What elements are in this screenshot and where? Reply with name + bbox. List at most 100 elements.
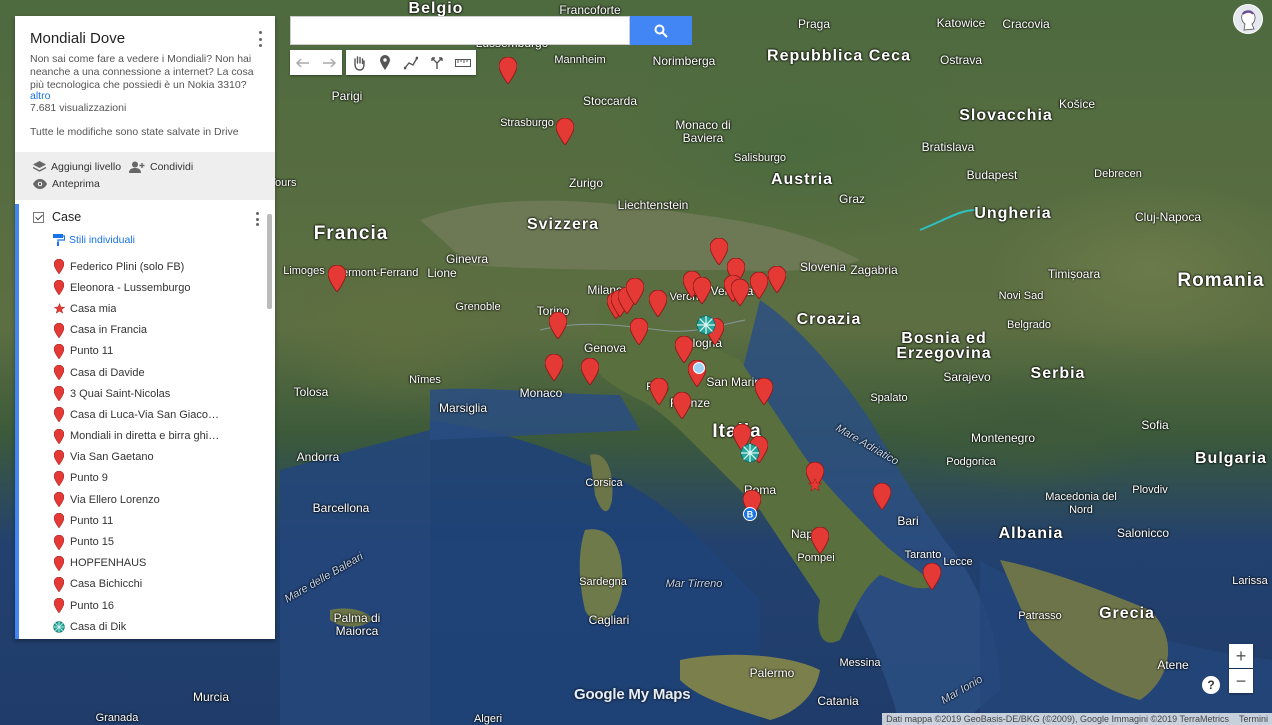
map-label-granada: Granada: [95, 712, 139, 724]
red-pin-icon: [53, 365, 65, 381]
map-label-marsiglia: Marsiglia: [438, 401, 488, 415]
individual-styles-link[interactable]: Stili individuali: [53, 234, 135, 246]
map-label-serbia: Serbia: [1030, 365, 1086, 382]
redo-icon: [323, 57, 336, 68]
map-label-barcellona: Barcellona: [312, 501, 370, 515]
map-label-strasburgo: Strasburgo: [500, 117, 554, 129]
view-count: 7.681 visualizzazioni: [30, 102, 127, 114]
feature-list-item[interactable]: Punto 11: [53, 341, 220, 362]
map-label-atene: Atene: [1157, 658, 1189, 672]
feature-list-item[interactable]: Casa mia: [53, 298, 220, 319]
map-label-algeri: Algeri: [473, 713, 503, 725]
directions-button[interactable]: [424, 50, 450, 75]
red-pin-icon: [53, 492, 65, 508]
map-label-svizzera: Svizzera: [526, 216, 600, 233]
feature-list-item[interactable]: Federico Plini (solo FB): [53, 256, 220, 277]
map-label-sardegna: Sardegna: [579, 576, 627, 588]
map-label-andorra: Andorra: [296, 450, 340, 464]
ruler-icon: [455, 58, 471, 67]
undo-button[interactable]: [290, 50, 316, 75]
map-label-montenegro: Montenegro: [970, 431, 1036, 445]
map-label-messina: Messina: [839, 657, 881, 669]
search-input[interactable]: [290, 16, 630, 45]
red-pin-icon: [53, 598, 65, 614]
measure-button[interactable]: [450, 50, 476, 75]
more-link[interactable]: altro: [30, 90, 50, 102]
map-label-budapest: Budapest: [966, 168, 1018, 182]
red-star-icon: [53, 303, 65, 315]
draw-line-button[interactable]: [398, 50, 424, 75]
feature-list-label: Casa mia: [70, 302, 117, 315]
feature-list-label: Punto 15: [70, 536, 115, 549]
map-label-francoforte: Francoforte: [559, 3, 621, 17]
red-pin-icon: [53, 555, 65, 571]
feature-list-item[interactable]: 3 Quai Saint-Nicolas: [53, 383, 220, 404]
map-description[interactable]: Non sai come fare a vedere i Mondiali? N…: [30, 53, 265, 92]
feature-list-item[interactable]: Via Ellero Lorenzo: [53, 489, 220, 510]
map-label-macedonia: Macedonia del Nord: [1045, 491, 1117, 516]
zoom-out-button[interactable]: −: [1229, 669, 1253, 693]
feature-list-label: Punto 11: [70, 345, 114, 358]
feature-list-item[interactable]: Punto 16: [53, 595, 220, 616]
feature-list-label: Punto 9: [70, 472, 108, 485]
feature-list-label: Casa di Luca-Via San Giacomo: [70, 408, 220, 421]
redo-button[interactable]: [316, 50, 342, 75]
feature-list-label: Casa di Dik: [70, 620, 127, 633]
red-pin-icon: [53, 343, 65, 359]
map-label-liechtenstein: Liechtenstein: [617, 198, 689, 212]
avatar-image: [1234, 5, 1262, 33]
feature-list-item[interactable]: Via San Gaetano: [53, 447, 220, 468]
feature-list-item[interactable]: Punto 9: [53, 468, 220, 489]
feature-list-label: Via San Gaetano: [70, 451, 154, 464]
svg-text:B: B: [747, 510, 754, 520]
map-title[interactable]: Mondiali Dove: [30, 30, 125, 47]
feature-list-item[interactable]: Casa di Dik: [53, 616, 220, 637]
layer-options-button[interactable]: [256, 212, 260, 226]
layers-icon: [33, 161, 46, 172]
layer-scrollbar[interactable]: [267, 214, 272, 309]
attribution-text: Dati mappa ©2019 GeoBasis-DE/BKG (©2009)…: [886, 714, 1229, 724]
feature-list-item[interactable]: Punto 11: [53, 510, 220, 531]
zoom-in-button[interactable]: +: [1229, 644, 1253, 668]
feature-list-item[interactable]: Casa di Luca-Via San Giacomo: [53, 404, 220, 425]
map-label-bari: Bari: [897, 514, 919, 528]
feature-list-label: Via Ellero Lorenzo: [70, 493, 160, 506]
map-attribution: Dati mappa ©2019 GeoBasis-DE/BKG (©2009)…: [882, 713, 1272, 725]
share-button[interactable]: Condividi: [129, 161, 193, 173]
feature-list-item[interactable]: Punto 15: [53, 531, 220, 552]
map-label-mar-tirreno: Mar Tirreno: [665, 578, 723, 590]
feature-list-label: Punto 11: [70, 514, 114, 527]
map-label-grenoble: Grenoble: [455, 301, 501, 313]
preview-button[interactable]: Anteprima: [33, 178, 100, 190]
map-label-timisoara: Timișoara: [1047, 267, 1101, 281]
feature-list-item[interactable]: Casa Bichicchi: [53, 574, 220, 595]
add-layer-button[interactable]: Aggiungi livello: [33, 161, 121, 173]
help-button[interactable]: ?: [1202, 676, 1220, 694]
map-label-cagliari: Cagliari: [588, 613, 630, 627]
layer-name[interactable]: Case: [52, 210, 81, 224]
map-label-monaco-di-baviera: Monaco di Baviera: [675, 118, 731, 145]
map-label-corsica: Corsica: [585, 477, 623, 489]
user-avatar[interactable]: [1234, 5, 1262, 33]
red-pin-icon: [53, 280, 65, 296]
map-label-austria: Austria: [770, 171, 834, 188]
layer-visibility-checkbox[interactable]: [33, 211, 44, 223]
red-pin-icon: [53, 534, 65, 550]
map-options-button[interactable]: [255, 30, 265, 48]
feature-list-item[interactable]: HOPFENHAUS: [53, 553, 220, 574]
feature-list-item[interactable]: Casa in Francia: [53, 320, 220, 341]
terms-link[interactable]: Termini: [1239, 714, 1268, 724]
feature-list-item[interactable]: Mondiali in diretta e birra ghiacciata: [53, 426, 220, 447]
feature-list-item[interactable]: Eleonora - Lussemburgo: [53, 277, 220, 298]
map-label-genova: Genova: [583, 341, 627, 355]
pan-tool-button[interactable]: [346, 50, 372, 75]
search-icon: [654, 24, 668, 38]
map-label-grecia: Grecia: [1099, 605, 1155, 622]
add-marker-button[interactable]: [372, 50, 398, 75]
map-label-sofia: Sofia: [1141, 418, 1169, 432]
search-button[interactable]: [630, 16, 692, 45]
map-label-francia: Francia: [313, 223, 389, 244]
map-legend-panel: Mondiali Dove Non sai come fare a vedere…: [15, 16, 275, 639]
map-label-ungheria: Ungheria: [974, 205, 1052, 222]
feature-list-item[interactable]: Casa di Davide: [53, 362, 220, 383]
